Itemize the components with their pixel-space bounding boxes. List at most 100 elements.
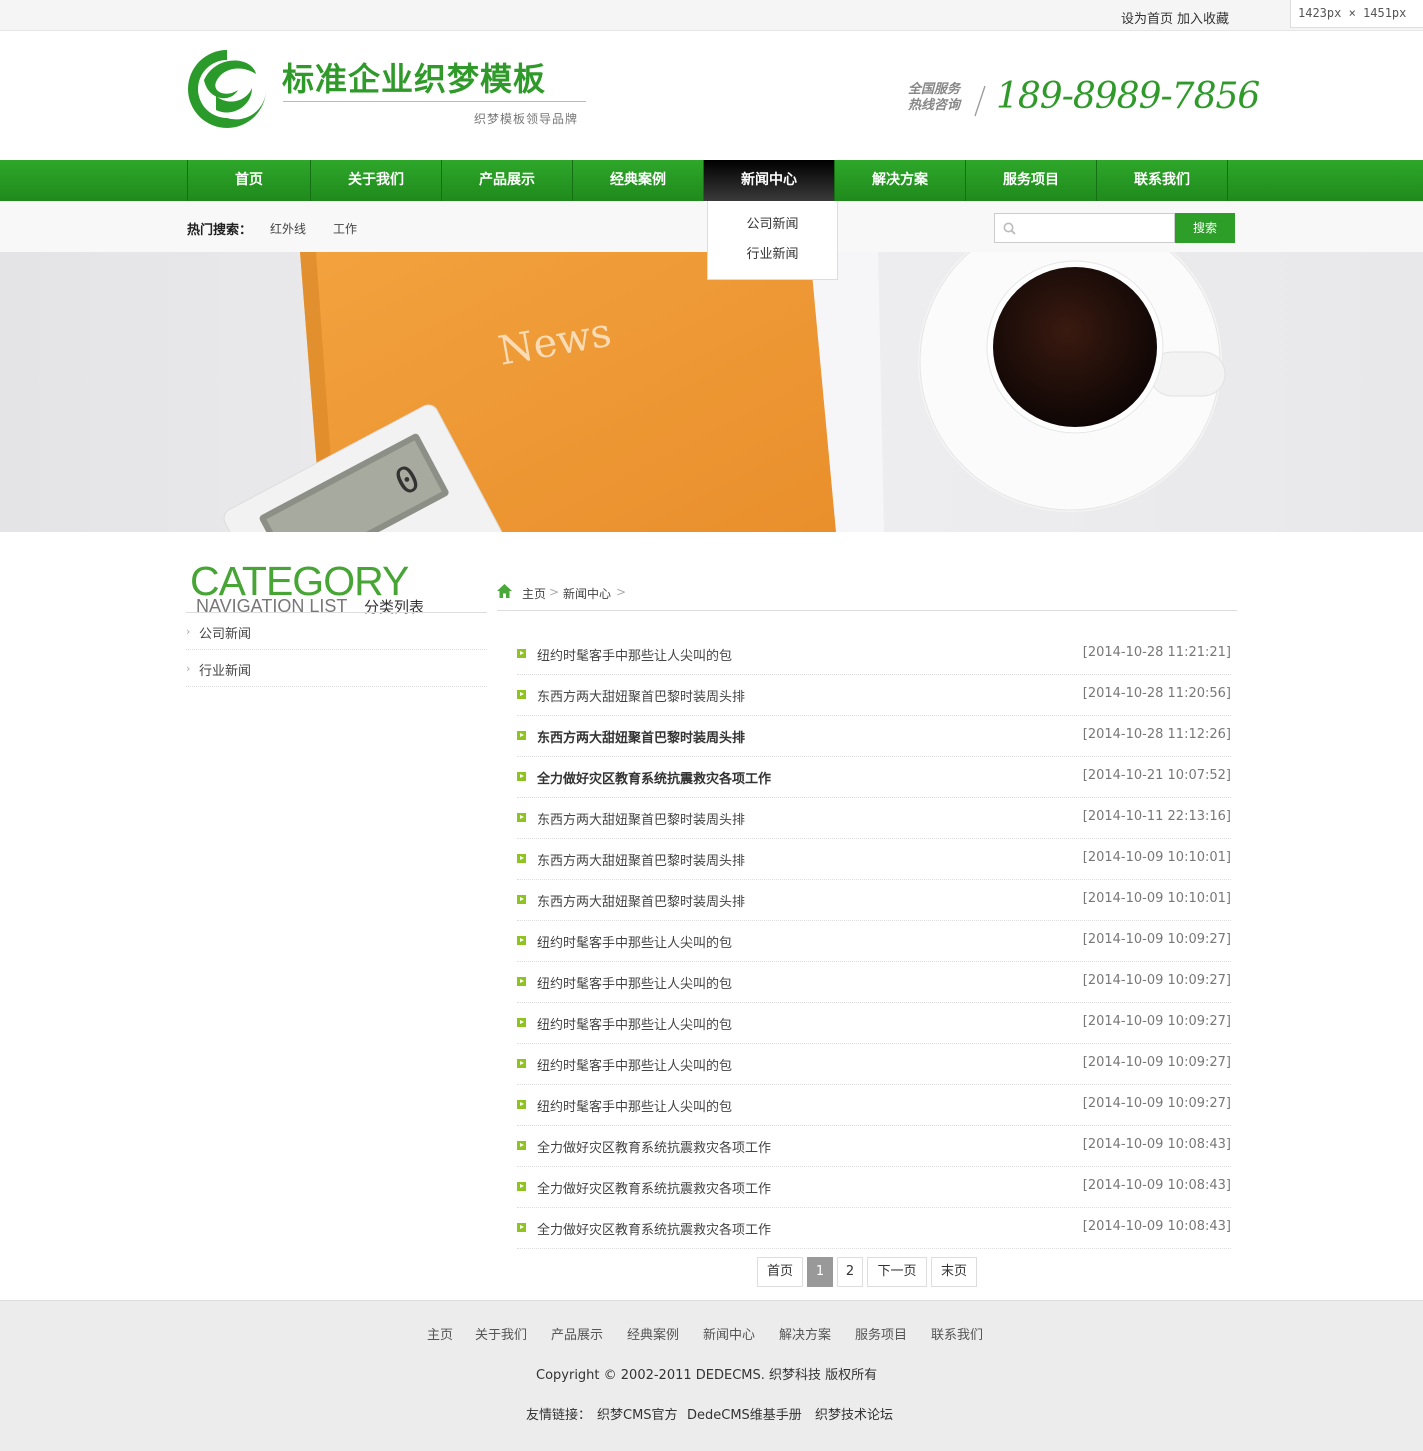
news-title-link[interactable]: 全力做好灾区教育系统抗震救灾各项工作 bbox=[537, 1219, 771, 1238]
news-row[interactable]: 全力做好灾区教育系统抗震救灾各项工作 [2014-10-09 10:08:43] bbox=[517, 1208, 1231, 1249]
news-row[interactable]: 东西方两大甜妞聚首巴黎时装周头排 [2014-10-09 10:10:01] bbox=[517, 880, 1231, 921]
news-row[interactable]: 纽约时髦客手中那些让人尖叫的包 [2014-10-09 10:09:27] bbox=[517, 962, 1231, 1003]
dropdown-item-industry-news[interactable]: 行业新闻 bbox=[708, 240, 837, 270]
set-homepage-link[interactable]: 设为首页 bbox=[1121, 12, 1173, 27]
bullet-arrow-icon bbox=[517, 1018, 526, 1027]
nav-item-about[interactable]: 关于我们 bbox=[311, 160, 442, 201]
news-row[interactable]: 纽约时髦客手中那些让人尖叫的包 [2014-10-28 11:21:21] bbox=[517, 634, 1231, 675]
news-title-link[interactable]: 纽约时髦客手中那些让人尖叫的包 bbox=[537, 932, 732, 951]
news-date: [2014-10-09 10:10:01] bbox=[1082, 850, 1231, 865]
nav-item-news[interactable]: 新闻中心 bbox=[704, 160, 835, 201]
news-title-link[interactable]: 东西方两大甜妞聚首巴黎时装周头排 bbox=[537, 809, 745, 828]
pagination-page-2[interactable]: 2 bbox=[837, 1257, 863, 1287]
news-row[interactable]: 纽约时髦客手中那些让人尖叫的包 [2014-10-09 10:09:27] bbox=[517, 921, 1231, 962]
search-button[interactable]: 搜索 bbox=[1175, 213, 1235, 243]
news-title-link[interactable]: 东西方两大甜妞聚首巴黎时装周头排 bbox=[537, 686, 745, 705]
footer-link-cases[interactable]: 经典案例 bbox=[627, 1324, 679, 1343]
copyright-text: Copyright © 2002-2011 DEDECMS. 织梦科技 版权所有 bbox=[536, 1368, 878, 1383]
pagination-last-button[interactable]: 末页 bbox=[931, 1257, 977, 1287]
hotline-label-line-2: 热线咨询 bbox=[908, 98, 961, 113]
add-favorite-link[interactable]: 加入收藏 bbox=[1177, 12, 1229, 27]
news-date: [2014-10-09 10:09:27] bbox=[1082, 1096, 1231, 1111]
footer-link-home[interactable]: 主页 bbox=[427, 1324, 453, 1343]
hot-search-term-1[interactable]: 红外线 bbox=[270, 220, 306, 237]
breadcrumb-current-link[interactable]: 新闻中心 bbox=[563, 585, 611, 602]
search-icon bbox=[1003, 222, 1016, 235]
dropdown-item-company-news[interactable]: 公司新闻 bbox=[708, 210, 837, 240]
friend-link-forum[interactable]: 织梦技术论坛 bbox=[815, 1404, 893, 1423]
news-row[interactable]: 东西方两大甜妞聚首巴黎时装周头排 [2014-10-09 10:10:01] bbox=[517, 839, 1231, 880]
bullet-arrow-icon bbox=[517, 977, 526, 986]
bullet-arrow-icon bbox=[517, 936, 526, 945]
breadcrumb-home-link[interactable]: 主页 bbox=[522, 585, 546, 602]
sidebar-item-label: 公司新闻 bbox=[199, 627, 252, 642]
news-title-link[interactable]: 东西方两大甜妞聚首巴黎时装周头排 bbox=[537, 850, 745, 869]
news-title-link[interactable]: 纽约时髦客手中那些让人尖叫的包 bbox=[537, 1014, 732, 1033]
news-title-link[interactable]: 全力做好灾区教育系统抗震救灾各项工作 bbox=[537, 1137, 771, 1156]
friend-links-label: 友情链接： bbox=[526, 1408, 592, 1423]
footer-link-contact[interactable]: 联系我们 bbox=[931, 1324, 983, 1343]
sidebar-item-industry-news[interactable]: › 行业新闻 bbox=[186, 650, 487, 687]
friend-link-wiki[interactable]: DedeCMS维基手册 bbox=[687, 1404, 802, 1423]
pagination-page-1[interactable]: 1 bbox=[807, 1257, 833, 1287]
news-row[interactable]: 全力做好灾区教育系统抗震救灾各项工作 [2014-10-21 10:07:52] bbox=[517, 757, 1231, 798]
chevron-right-icon: › bbox=[186, 625, 191, 638]
breadcrumb-separator: > bbox=[616, 585, 627, 599]
news-title-link[interactable]: 纽约时髦客手中那些让人尖叫的包 bbox=[537, 1096, 732, 1115]
news-title-link[interactable]: 纽约时髦客手中那些让人尖叫的包 bbox=[537, 973, 732, 992]
nav-item-products[interactable]: 产品展示 bbox=[442, 160, 573, 201]
sidebar-item-label: 行业新闻 bbox=[199, 664, 252, 679]
news-row[interactable]: 纽约时髦客手中那些让人尖叫的包 [2014-10-09 10:09:27] bbox=[517, 1003, 1231, 1044]
news-row[interactable]: 东西方两大甜妞聚首巴黎时装周头排 [2014-10-28 11:20:56] bbox=[517, 675, 1231, 716]
main-nav-items: 首页 关于我们 产品展示 经典案例 新闻中心 解决方案 服务项目 联系我们 bbox=[187, 160, 1228, 201]
footer-link-services[interactable]: 服务项目 bbox=[855, 1324, 907, 1343]
bullet-arrow-icon bbox=[517, 1223, 526, 1232]
breadcrumb-separator: > bbox=[549, 585, 560, 599]
news-title-link[interactable]: 全力做好灾区教育系统抗震救灾各项工作 bbox=[537, 1178, 771, 1197]
pagination-next-button[interactable]: 下一页 bbox=[867, 1257, 927, 1287]
nav-item-services[interactable]: 服务项目 bbox=[966, 160, 1097, 201]
nav-item-cases[interactable]: 经典案例 bbox=[573, 160, 704, 201]
sidebar-item-company-news[interactable]: › 公司新闻 bbox=[186, 613, 487, 650]
news-row[interactable]: 全力做好灾区教育系统抗震救灾各项工作 [2014-10-09 10:08:43] bbox=[517, 1167, 1231, 1208]
logo-subtitle: 织梦模板领导品牌 bbox=[474, 112, 579, 126]
news-title-link[interactable]: 纽约时髦客手中那些让人尖叫的包 bbox=[537, 1055, 732, 1074]
pagination-first-button[interactable]: 首页 bbox=[757, 1257, 803, 1287]
news-date: [2014-10-09 10:09:27] bbox=[1082, 973, 1231, 988]
hotline-label: 全国服务 热线咨询 bbox=[908, 82, 974, 114]
dimension-badge: 1423px × 1451px bbox=[1290, 0, 1423, 28]
main-nav: 首页 关于我们 产品展示 经典案例 新闻中心 解决方案 服务项目 联系我们 bbox=[0, 160, 1423, 201]
logo-title[interactable]: 标准企业织梦模板 bbox=[282, 54, 546, 100]
news-row[interactable]: 纽约时髦客手中那些让人尖叫的包 [2014-10-09 10:09:27] bbox=[517, 1085, 1231, 1126]
nav-item-contact[interactable]: 联系我们 bbox=[1097, 160, 1228, 201]
hot-search-term-2[interactable]: 工作 bbox=[333, 220, 357, 237]
slash-divider-icon bbox=[974, 85, 986, 117]
footer-link-solutions[interactable]: 解决方案 bbox=[779, 1324, 831, 1343]
nav-item-solutions[interactable]: 解决方案 bbox=[835, 160, 966, 201]
bullet-arrow-icon bbox=[517, 1059, 526, 1068]
footer-link-about[interactable]: 关于我们 bbox=[475, 1324, 527, 1343]
bullet-arrow-icon bbox=[517, 854, 526, 863]
news-title-link[interactable]: 东西方两大甜妞聚首巴黎时装周头排 bbox=[537, 891, 745, 910]
news-row[interactable]: 东西方两大甜妞聚首巴黎时装周头排 [2014-10-28 11:12:26] bbox=[517, 716, 1231, 757]
logo-icon[interactable] bbox=[186, 48, 268, 130]
news-row[interactable]: 全力做好灾区教育系统抗震救灾各项工作 [2014-10-09 10:08:43] bbox=[517, 1126, 1231, 1167]
news-title-link[interactable]: 全力做好灾区教育系统抗震救灾各项工作 bbox=[537, 768, 771, 787]
news-title-link[interactable]: 纽约时髦客手中那些让人尖叫的包 bbox=[537, 645, 732, 664]
news-row[interactable]: 纽约时髦客手中那些让人尖叫的包 [2014-10-09 10:09:27] bbox=[517, 1044, 1231, 1085]
nav-item-home[interactable]: 首页 bbox=[188, 160, 311, 201]
friend-link-dedecms[interactable]: 织梦CMS官方 bbox=[597, 1404, 678, 1423]
bullet-arrow-icon bbox=[517, 690, 526, 699]
search-input[interactable] bbox=[1017, 214, 1173, 242]
bullet-arrow-icon bbox=[517, 649, 526, 658]
footer-link-products[interactable]: 产品展示 bbox=[551, 1324, 603, 1343]
news-date: [2014-10-21 10:07:52] bbox=[1082, 768, 1231, 783]
chevron-right-icon: › bbox=[186, 662, 191, 675]
news-banner: News 0 bbox=[0, 252, 1423, 532]
news-date: [2014-10-09 10:09:27] bbox=[1082, 1014, 1231, 1029]
banner-illustration: News 0 bbox=[0, 252, 1423, 532]
news-title-link[interactable]: 东西方两大甜妞聚首巴黎时装周头排 bbox=[537, 727, 745, 746]
footer-link-news[interactable]: 新闻中心 bbox=[703, 1324, 755, 1343]
news-row[interactable]: 东西方两大甜妞聚首巴黎时装周头排 [2014-10-11 22:13:16] bbox=[517, 798, 1231, 839]
bullet-arrow-icon bbox=[517, 772, 526, 781]
